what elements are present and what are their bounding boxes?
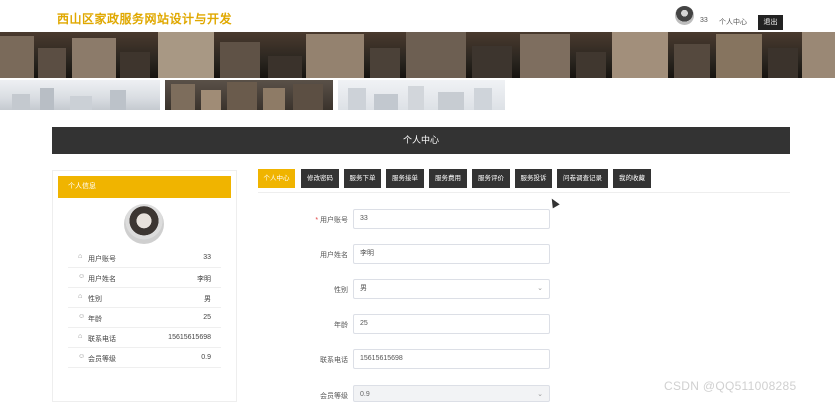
tab-change-password[interactable]: 修改密码 [301,169,339,188]
thumbnail-1[interactable] [0,80,160,110]
tab-service-order[interactable]: 服务下单 [344,169,381,188]
tab-my-favorites[interactable]: 我的收藏 [613,169,651,188]
home-icon: ⌂ [78,333,83,340]
banner-image [0,32,835,78]
info-row-age: ☺ 年龄 25 [68,308,221,328]
age-input[interactable]: 25 [353,314,550,334]
info-row-phone: ⌂ 联系电话 15615615698 [68,328,221,348]
field-label-age: 年龄 [334,322,348,329]
chevron-down-icon: ⌄ [537,391,543,398]
field-label-phone: 联系电话 [320,357,348,364]
account-input[interactable]: 33 [353,209,550,229]
profile-panel: 个人信息 ⌂ 用户账号 33 ☺ 用户姓名 李明 ⌂ 性别 男 ☺ 年龄 25 … [52,170,237,402]
username-label: 33 [700,17,708,24]
tab-survey-records[interactable]: 问卷调查记录 [557,169,608,188]
field-label-member-level: 会员等级 [320,393,348,400]
tab-service-review[interactable]: 服务评价 [472,169,510,188]
home-icon: ⌂ [78,293,83,300]
watermark: CSDN @QQ511008285 [664,379,797,393]
banner-thumbnails [0,80,505,110]
profile-panel-header: 个人信息 [58,176,231,198]
user-icon: ☺ [78,313,86,320]
gender-select[interactable]: 男 ⌄ [353,279,550,299]
info-row-account: ⌂ 用户账号 33 [68,248,221,268]
thumbnail-2[interactable] [165,80,333,110]
tab-service-complaint[interactable]: 服务投诉 [515,169,552,188]
info-row-member-level: ☺ 会员等级 0.9 [68,348,221,368]
tab-service-accept[interactable]: 服务接单 [386,169,424,188]
field-label-name: 用户姓名 [320,252,348,259]
thumbnail-3[interactable] [338,80,505,110]
member-level-select: 0.9 ⌄ [353,385,550,402]
field-label-account: * 用户账号 [315,217,348,224]
field-label-gender: 性别 [334,287,348,294]
chevron-down-icon: ⌄ [537,285,543,292]
tabs-divider [258,192,790,193]
home-icon: ⌂ [78,253,83,260]
site-title[interactable]: 西山区家政服务网站设计与开发 [57,10,232,27]
tab-service-fee[interactable]: 服务费用 [429,169,467,188]
name-input[interactable]: 李明 [353,244,550,264]
personal-center-link[interactable]: 个人中心 [719,17,747,27]
section-title: 个人中心 [52,127,790,154]
user-icon: ☺ [78,353,86,360]
info-row-name: ☺ 用户姓名 李明 [68,268,221,288]
profile-avatar [124,204,164,244]
info-row-gender: ⌂ 性别 男 [68,288,221,308]
user-icon: ☺ [78,273,86,280]
tab-personal-center[interactable]: 个人中心 [258,169,295,188]
logout-button[interactable]: 退出 [758,15,783,30]
user-avatar[interactable] [675,6,694,25]
mouse-cursor-icon [548,196,560,209]
phone-input[interactable]: 15615615698 [353,349,550,369]
